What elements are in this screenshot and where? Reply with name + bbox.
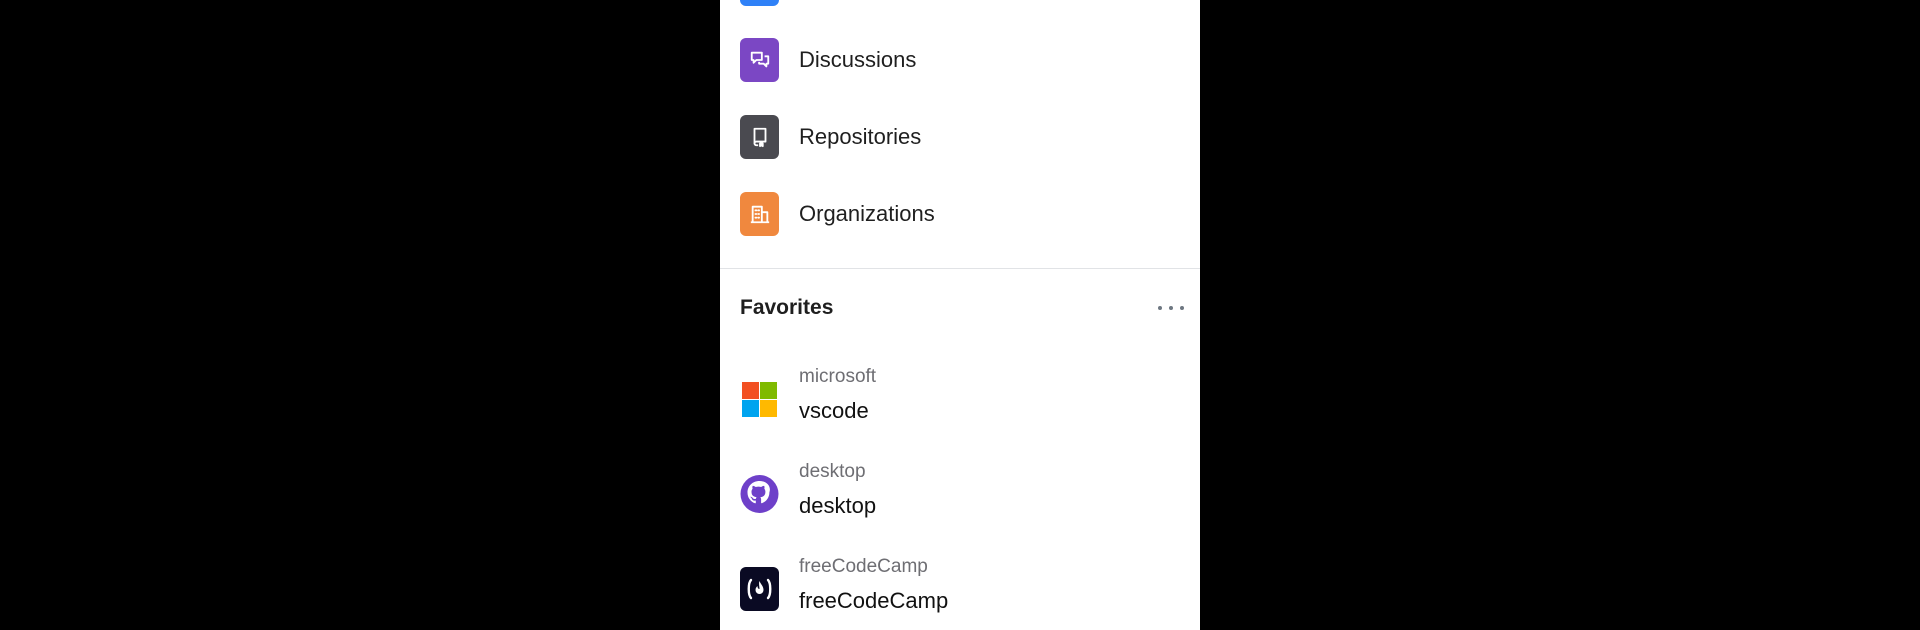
nav-item-discussions[interactable]: Discussions	[740, 38, 916, 82]
microsoft-logo-icon	[740, 377, 779, 421]
favorite-item[interactable]: desktop desktop	[740, 461, 1180, 531]
nav-label-discussions: Discussions	[799, 47, 917, 72]
favorite-owner: microsoft	[799, 366, 877, 387]
home-panel: Discussions Repositories Organizations F…	[720, 0, 1200, 630]
freecodecamp-logo-icon	[740, 567, 779, 611]
nav-label-repositories: Repositories	[799, 124, 922, 149]
nav-label-organizations: Organizations	[799, 201, 935, 226]
nav-item-repositories[interactable]: Repositories	[740, 115, 921, 159]
favorite-item[interactable]: freeCodeCamp freeCodeCamp	[740, 556, 1180, 626]
more-dot-icon	[1158, 306, 1162, 310]
favorite-owner: desktop	[799, 461, 866, 482]
nav-item-partial[interactable]	[740, 0, 779, 6]
favorite-name: freeCodeCamp	[799, 588, 949, 613]
favorites-more-button[interactable]	[1158, 296, 1184, 320]
more-dot-icon	[1169, 306, 1173, 310]
repo-icon	[740, 115, 779, 159]
section-divider	[720, 268, 1200, 269]
favorites-heading: Favorites	[740, 296, 834, 319]
nav-item-organizations[interactable]: Organizations	[740, 192, 935, 236]
github-octocat-icon	[740, 472, 779, 516]
favorite-name: desktop	[799, 493, 877, 518]
favorite-name: vscode	[799, 398, 869, 423]
more-dot-icon	[1180, 306, 1184, 310]
favorite-item[interactable]: microsoft vscode	[740, 366, 1180, 436]
favorite-owner: freeCodeCamp	[799, 556, 928, 577]
organization-icon	[740, 192, 779, 236]
discussion-icon	[740, 38, 779, 82]
